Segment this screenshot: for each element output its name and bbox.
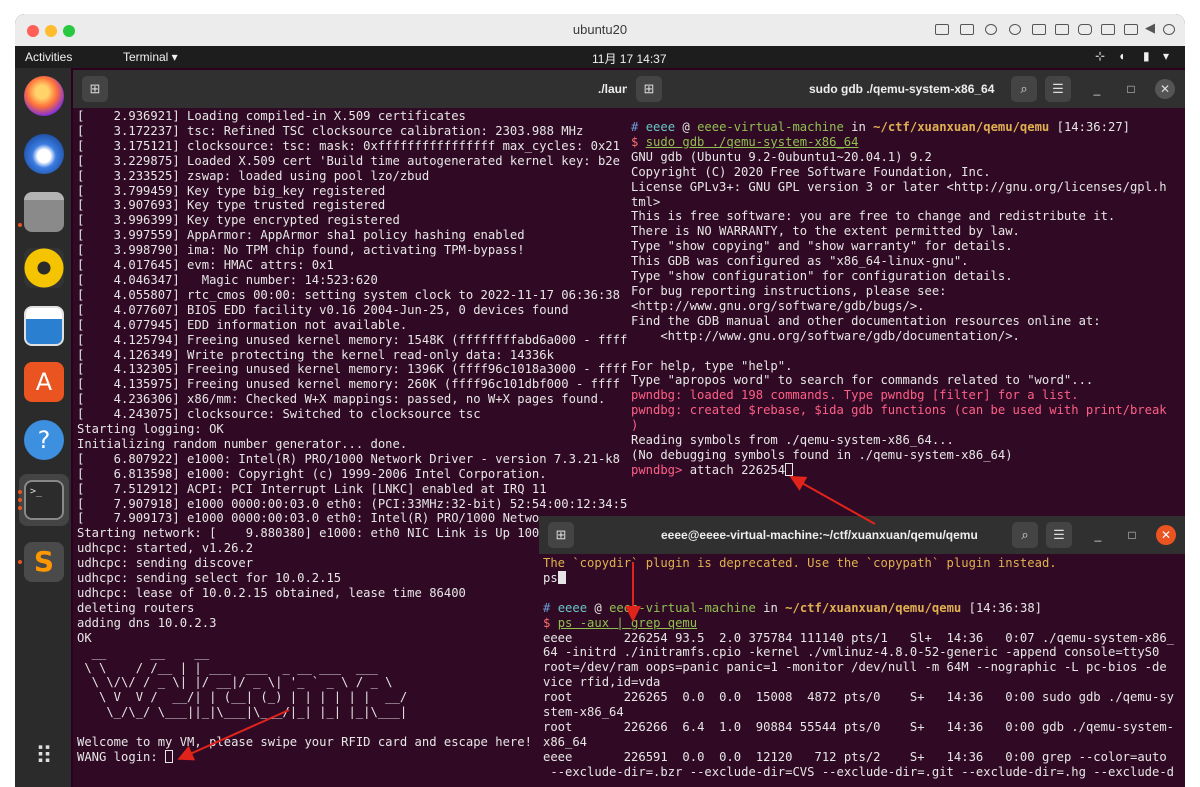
arrow-to-login bbox=[177, 709, 290, 761]
vm-window: ubuntu20 ◀ Activities Terminal ▾ 11月 17 … bbox=[15, 14, 1185, 787]
annotation-arrows bbox=[177, 476, 876, 761]
arrow-to-attach bbox=[789, 476, 876, 525]
